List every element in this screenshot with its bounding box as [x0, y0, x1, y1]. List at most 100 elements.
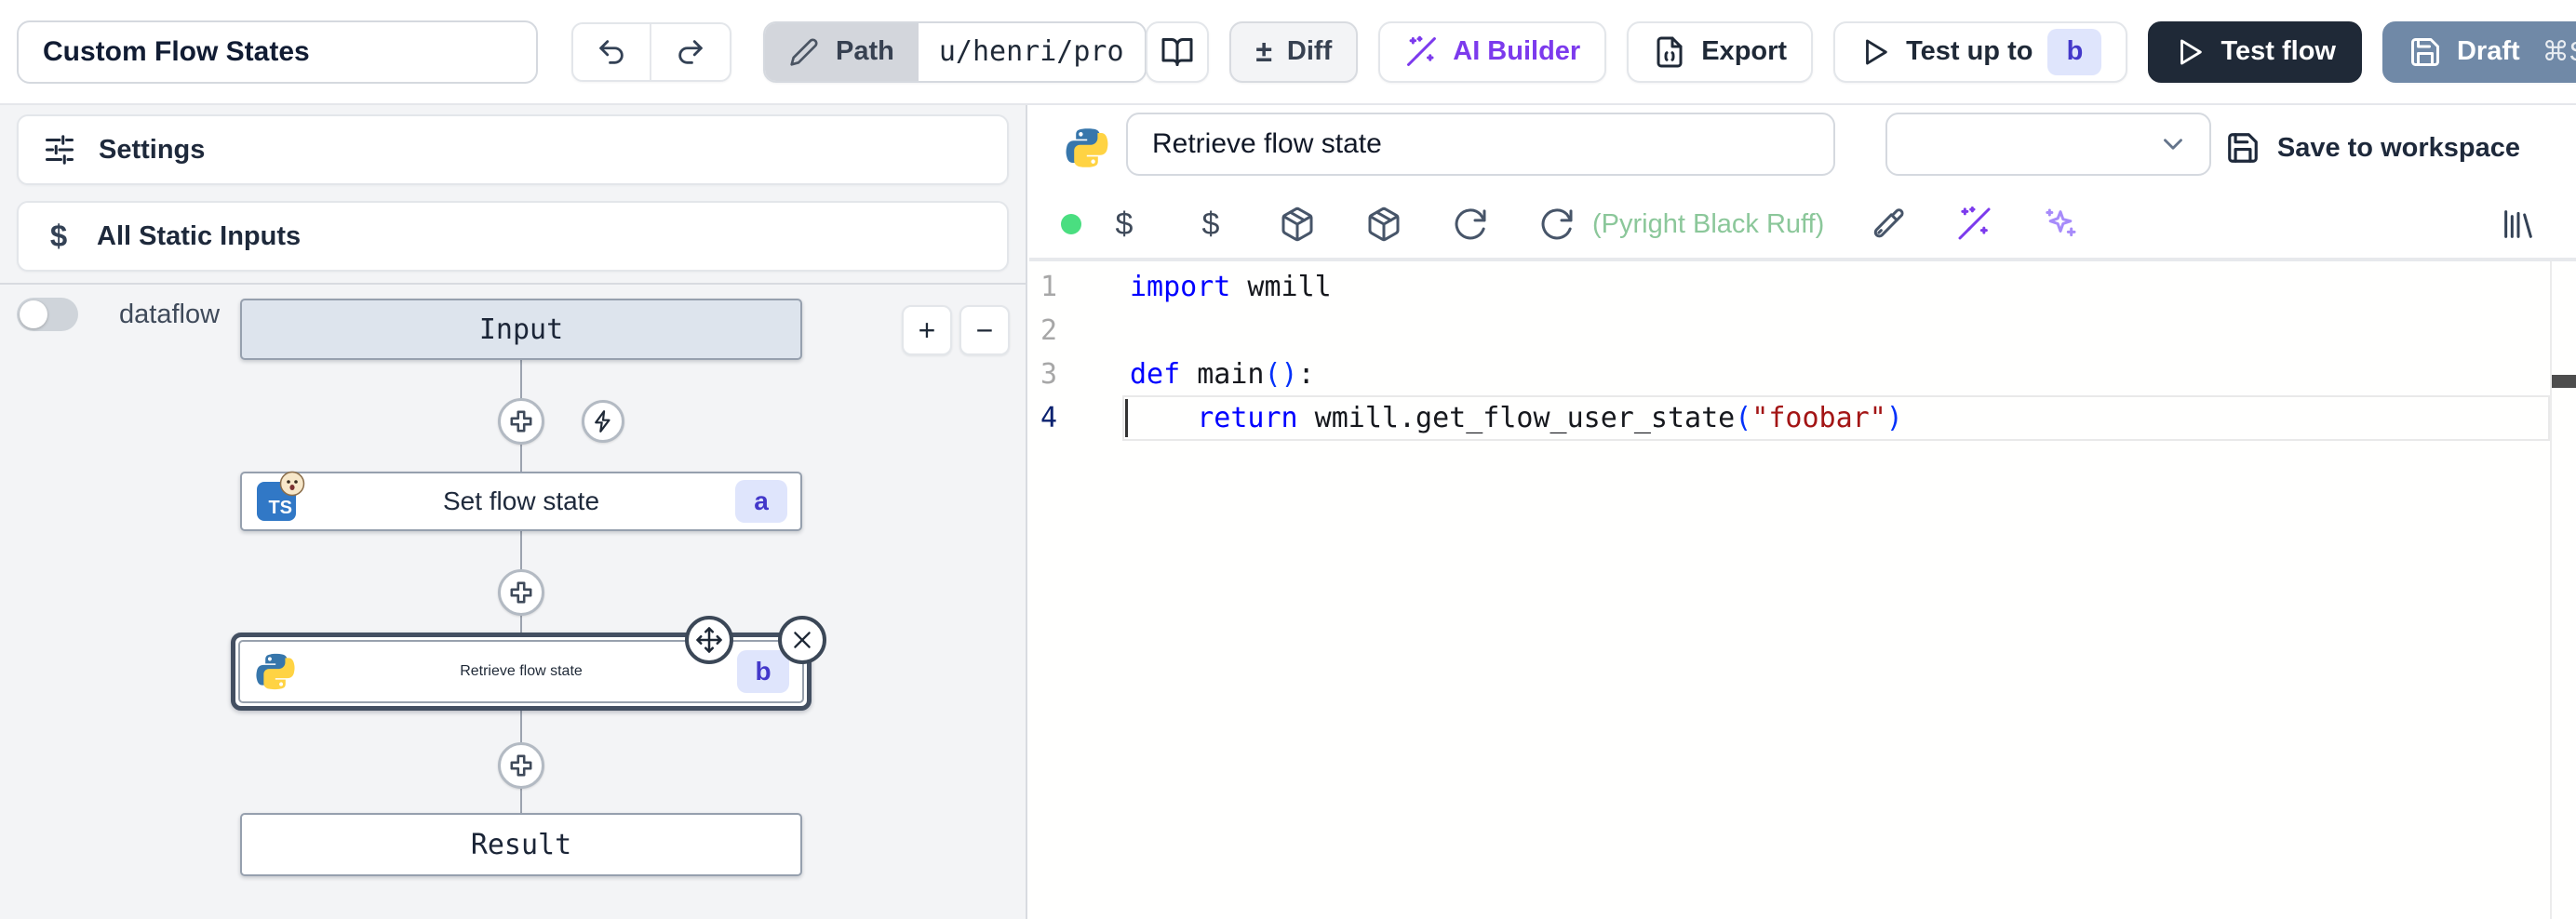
delete-node-button[interactable] [778, 616, 826, 664]
close-icon [790, 628, 814, 652]
diff-label: Diff [1287, 36, 1332, 67]
edit-path-button[interactable]: Path [765, 23, 919, 81]
status-dot-icon [1061, 214, 1081, 234]
path-group: Path u/henri/pro [763, 21, 1147, 83]
add-trigger-button[interactable] [582, 400, 624, 443]
language-select[interactable] [1885, 113, 2211, 176]
plus-minus-icon: ± [1255, 34, 1272, 69]
resource-dollar-icon[interactable]: $ [1190, 204, 1231, 245]
code-toolbar: $ $ (Pyright Black Ruff) [1029, 191, 2576, 261]
path-label: Path [836, 36, 894, 67]
line-number: 3 [1029, 353, 1122, 396]
line-number: 1 [1029, 265, 1122, 309]
play-icon [1859, 36, 1891, 68]
dataflow-label: dataflow [119, 300, 220, 330]
code-line: def main(): [1130, 353, 2550, 396]
plus-cross-icon [507, 752, 535, 779]
redo-icon [675, 36, 706, 68]
save-to-workspace-label: Save to workspace [2277, 133, 2520, 164]
overview-ruler[interactable] [2550, 261, 2576, 919]
code-content[interactable]: import wmill def main(): return wmill.ge… [1122, 261, 2550, 919]
node-badge-a: a [735, 480, 787, 523]
plus-icon: + [919, 313, 936, 348]
play-icon [2174, 36, 2206, 68]
lightning-bolt-icon [591, 409, 615, 433]
dollar-icon: $ [43, 219, 74, 254]
wand-sparkles-icon [1404, 35, 1438, 69]
node-input[interactable]: Input [240, 299, 802, 360]
test-up-to-label: Test up to [1906, 36, 2033, 67]
python-icon [255, 651, 296, 692]
code-line: import wmill [1130, 265, 2550, 309]
code-line-current: return wmill.get_flow_user_state("foobar… [1130, 396, 2550, 440]
draft-label: Draft [2457, 36, 2520, 67]
undo-button[interactable] [573, 24, 651, 80]
path-value[interactable]: u/henri/pro [919, 23, 1145, 81]
zoom-out-button[interactable]: − [959, 305, 1010, 355]
step-editor-panel: Save to workspace $ $ (Pyright Black Ruf… [1029, 105, 2576, 919]
pencil-icon [789, 37, 819, 67]
node-retrieve-flow-state-label: Retrieve flow state [460, 663, 583, 680]
export-label: Export [1701, 36, 1787, 67]
node-badge-b: b [737, 650, 789, 693]
insert-step-button[interactable] [498, 742, 544, 789]
variable-dollar-icon[interactable]: $ [1104, 204, 1145, 245]
node-set-flow-state-label: Set flow state [443, 486, 599, 516]
ai-sparkles-icon[interactable] [2040, 204, 2081, 245]
save-icon [2225, 130, 2261, 166]
format-brush-icon[interactable] [1867, 204, 1908, 245]
flow-graph: dataflow + − Input [0, 285, 1026, 919]
insert-step-button[interactable] [498, 569, 544, 616]
text-cursor [1125, 399, 1128, 437]
diff-button[interactable]: ± Diff [1229, 21, 1358, 83]
reload-icon[interactable] [1450, 204, 1491, 245]
flow-left-panel: Settings $ All Static Inputs dataflow + … [0, 105, 1027, 919]
chevron-down-icon [2157, 128, 2189, 160]
library-icon[interactable] [2498, 204, 2539, 245]
line-number-active: 4 [1029, 396, 1122, 440]
book-open-icon [1161, 35, 1194, 69]
zoom-in-button[interactable]: + [902, 305, 952, 355]
ai-wand-icon[interactable] [1953, 204, 1994, 245]
line-number-gutter: 1 2 3 4 [1029, 261, 1122, 919]
undo-redo-group [571, 22, 731, 82]
step-name-input[interactable] [1126, 113, 1835, 176]
test-flow-button[interactable]: Test flow [2148, 21, 2362, 83]
save-icon [2408, 35, 2442, 69]
docs-button[interactable] [1146, 21, 1209, 83]
export-button[interactable]: Export [1627, 21, 1813, 83]
python-icon [1065, 126, 1109, 170]
typescript-icon: TS [257, 482, 296, 521]
sliders-icon [43, 133, 76, 166]
windmill-flow-editor: Path u/henri/pro ± Diff AI Builder [0, 0, 2576, 919]
move-icon [695, 626, 723, 654]
step-badge-b: b [2047, 29, 2101, 75]
package-icon[interactable] [1363, 204, 1404, 245]
redo-button[interactable] [651, 24, 730, 80]
hub-emoji-icon [279, 471, 305, 497]
top-toolbar: Path u/henri/pro ± Diff AI Builder [0, 0, 2576, 105]
code-line [1130, 309, 2550, 353]
ai-builder-label: AI Builder [1453, 36, 1580, 67]
step-editor-header: Save to workspace [1029, 105, 2576, 191]
ai-builder-button[interactable]: AI Builder [1378, 21, 1606, 83]
dataflow-toggle-row: dataflow [17, 298, 220, 331]
package-icon[interactable] [1277, 204, 1318, 245]
node-result[interactable]: Result [240, 813, 802, 876]
draft-button[interactable]: Draft ⌘S [2382, 21, 2576, 83]
flow-panel-cards: Settings $ All Static Inputs [0, 105, 1026, 285]
flow-name-input[interactable] [17, 20, 538, 84]
node-input-label: Input [479, 313, 563, 346]
save-to-workspace-button[interactable]: Save to workspace [2225, 124, 2520, 172]
code-editor[interactable]: 1 2 3 4 import wmill def main(): return … [1029, 261, 2576, 919]
test-up-to-button[interactable]: Test up to b [1833, 21, 2127, 83]
settings-card[interactable]: Settings [17, 114, 1009, 185]
node-result-label: Result [471, 829, 571, 861]
all-static-inputs-card[interactable]: $ All Static Inputs [17, 201, 1009, 272]
node-set-flow-state[interactable]: TS Set flow state a [240, 472, 802, 531]
dataflow-toggle[interactable] [17, 298, 78, 331]
reload-icon[interactable] [1536, 204, 1577, 245]
minus-icon: − [976, 313, 994, 348]
insert-step-button[interactable] [498, 398, 544, 445]
move-node-handle[interactable] [685, 616, 733, 664]
